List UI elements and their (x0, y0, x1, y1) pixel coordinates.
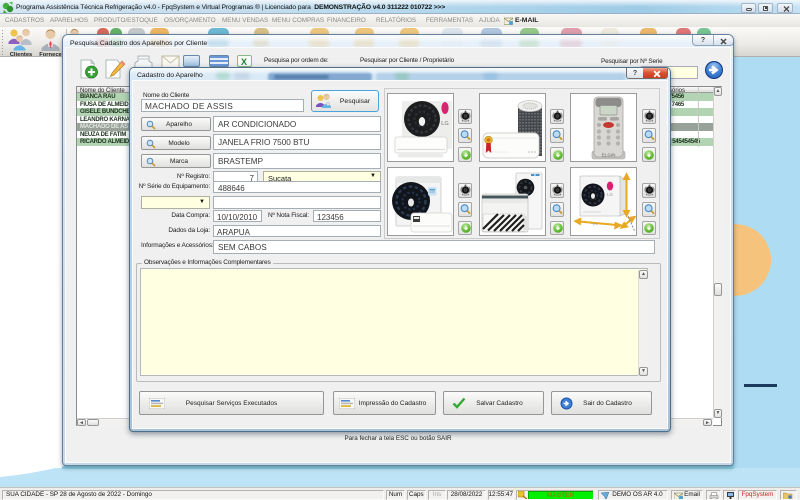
svg-text:LG: LG (607, 192, 614, 197)
svg-text:+ym: +ym (591, 222, 598, 226)
svg-text:ELGIN: ELGIN (602, 153, 616, 158)
svg-text:LG: LG (441, 121, 449, 127)
